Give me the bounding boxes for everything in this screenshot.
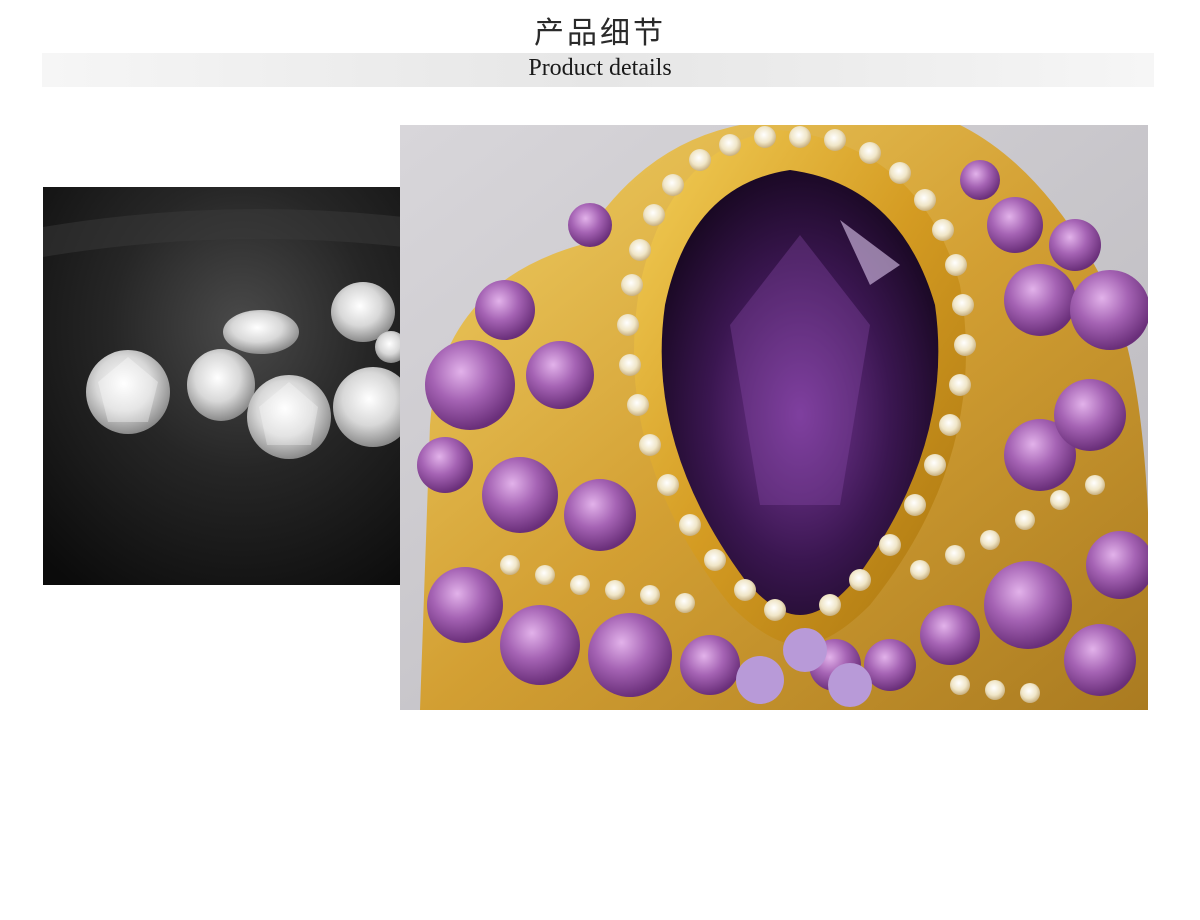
amethyst-crystal: [984, 561, 1072, 649]
amethyst-crystal: [568, 203, 612, 247]
amethyst-crystal: [1054, 379, 1126, 451]
amethyst-crystal: [987, 197, 1043, 253]
title-chinese: 产品细节: [534, 16, 666, 51]
crystal-gem: [247, 375, 331, 459]
crystal-gem: [86, 350, 170, 434]
amethyst-crystal: [920, 605, 980, 665]
amethyst-crystal: [427, 567, 503, 643]
crystal-gem: [187, 349, 255, 421]
amethyst-crystal: [1004, 264, 1076, 336]
amethyst-crystal: [417, 437, 473, 493]
crystals-photo: [43, 187, 403, 585]
amethyst-crystal: [1070, 270, 1148, 350]
amethyst-crystal: [564, 479, 636, 551]
crystal-gem: [223, 310, 299, 354]
brooch-photo: [400, 125, 1148, 710]
amethyst-crystal: [680, 635, 740, 695]
amethyst-crystal: [482, 457, 558, 533]
amethyst-crystal: [960, 160, 1000, 200]
amethyst-crystal: [500, 605, 580, 685]
amethyst-crystal: [1049, 219, 1101, 271]
title-english: Product details: [528, 55, 672, 81]
amethyst-crystal: [1064, 624, 1136, 696]
amethyst-crystal: [526, 341, 594, 409]
amethyst-crystal: [475, 280, 535, 340]
amethyst-crystal: [588, 613, 672, 697]
amethyst-crystal: [425, 340, 515, 430]
